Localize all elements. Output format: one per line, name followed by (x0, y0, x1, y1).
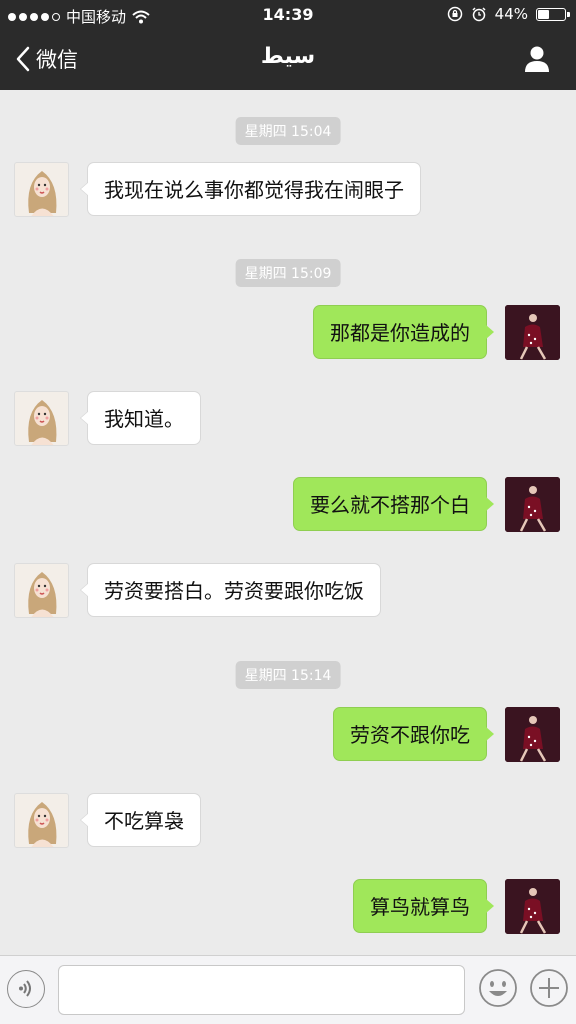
avatar-image (28, 572, 57, 617)
avatar-image (28, 171, 57, 216)
input-bar (0, 955, 576, 1024)
timestamp: 星期四 15:14 (235, 661, 341, 689)
message-input[interactable] (58, 965, 465, 1015)
timestamp: 星期四 15:09 (235, 259, 341, 287)
chat-title: سيط (260, 44, 316, 69)
person-icon[interactable] (522, 44, 552, 74)
timestamp: 星期四 15:04 (235, 117, 341, 145)
avatar-self[interactable] (505, 305, 560, 360)
chat-area[interactable]: 星期四 15:04 我现在说么事你都觉得我在闹眼子 星期四 15:09 那都是你… (0, 90, 576, 955)
avatar-image (505, 879, 560, 934)
alarm-icon (472, 7, 486, 22)
smiley-icon[interactable] (478, 968, 518, 1008)
orientation-lock-icon (447, 6, 462, 22)
battery-icon (536, 7, 570, 21)
voice-button[interactable] (7, 970, 45, 1008)
status-bar: 中国移动 14:39 44% (0, 0, 576, 30)
avatar-image (28, 802, 57, 847)
message-outgoing[interactable]: 要么就不搭那个白 (293, 477, 494, 531)
battery-fill (538, 9, 549, 19)
avatar-self[interactable] (505, 879, 560, 934)
message-incoming[interactable]: 我现在说么事你都觉得我在闹眼子 (80, 162, 421, 216)
navigation-bar: 微信 سيط (0, 30, 576, 90)
status-right: 44% (447, 5, 570, 23)
avatar-image (28, 400, 57, 445)
message-incoming[interactable]: 我知道。 (80, 391, 201, 445)
battery-percentage: 44% (494, 5, 528, 23)
message-incoming[interactable]: 不吃算袅 (80, 793, 201, 847)
avatar-image (505, 477, 560, 532)
avatar-contact[interactable] (14, 391, 69, 446)
message-outgoing[interactable]: 那都是你造成的 (313, 305, 494, 359)
avatar-image (505, 305, 560, 360)
avatar-self[interactable] (505, 477, 560, 532)
message-outgoing[interactable]: 劳资不跟你吃 (333, 707, 494, 761)
avatar-contact[interactable] (14, 793, 69, 848)
plus-icon[interactable] (529, 968, 569, 1008)
voice-icon (19, 980, 31, 997)
avatar-contact[interactable] (14, 162, 69, 217)
message-outgoing[interactable]: 算鸟就算鸟 (353, 879, 494, 933)
avatar-image (505, 707, 560, 762)
avatar-self[interactable] (505, 707, 560, 762)
message-incoming[interactable]: 劳资要搭白。劳资要跟你吃饭 (80, 563, 381, 617)
avatar-contact[interactable] (14, 563, 69, 618)
